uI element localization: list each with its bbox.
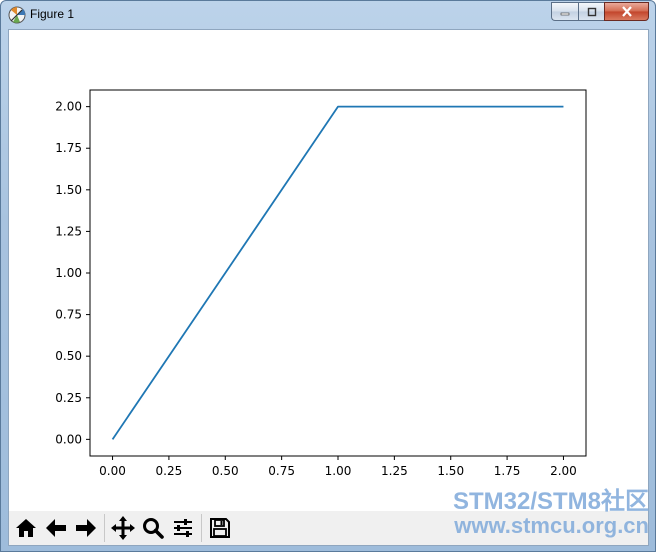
plot-area [89, 89, 587, 457]
y-tick-label: 0.50 [55, 349, 82, 363]
y-tick-label: 2.00 [55, 100, 82, 114]
window-title: Figure 1 [30, 7, 75, 21]
y-tick-label: 1.25 [55, 224, 82, 238]
maximize-icon [587, 7, 596, 16]
title-bar[interactable]: Figure 1 [1, 1, 655, 29]
configure-subplots-icon [174, 519, 192, 537]
y-tick-label: 1.75 [55, 141, 82, 155]
forward-button[interactable] [72, 514, 100, 542]
save-icon [210, 518, 230, 538]
x-tick-label: 0.25 [156, 464, 183, 478]
minimize-icon [560, 12, 570, 15]
figure-window: Figure 1 0.00 0.25 0.50 0.75 1.00 1.25 1.50 1.7… [0, 0, 656, 552]
pan-button[interactable] [109, 514, 137, 542]
y-tick-label: 0.75 [55, 308, 82, 322]
y-tick-label: 0.00 [55, 432, 82, 446]
zoom-button[interactable] [139, 514, 167, 542]
home-button[interactable] [12, 514, 40, 542]
toolbar-separator [201, 514, 202, 542]
back-button[interactable] [42, 514, 70, 542]
x-tick-label: 1.25 [381, 464, 408, 478]
configure-subplots-button[interactable] [169, 514, 197, 542]
maximize-button[interactable] [578, 2, 604, 21]
matplotlib-icon [8, 6, 26, 24]
watermark: STM32/STM8社区 www.stmcu.org.cn [421, 490, 649, 538]
x-tick-label: 0.00 [99, 464, 126, 478]
back-icon [46, 519, 66, 537]
save-button[interactable] [206, 514, 234, 542]
line-chart: 0.00 0.25 0.50 0.75 1.00 1.25 1.50 1.75 2.00 0.00… [55, 89, 587, 478]
toolbar-separator [104, 514, 105, 542]
x-tick-label: 0.75 [268, 464, 295, 478]
forward-icon [76, 519, 96, 537]
watermark-line-1: STM32/STM8社区 [452, 488, 649, 515]
x-tick-label: 1.00 [325, 464, 352, 478]
x-tick-label: 1.75 [494, 464, 521, 478]
figure-canvas[interactable]: 0.00 0.25 0.50 0.75 1.00 1.25 1.50 1.75 2.00 0.00… [8, 29, 649, 546]
x-tick-label: 0.50 [212, 464, 239, 478]
y-tick-label: 1.00 [55, 266, 82, 280]
home-icon [16, 519, 36, 537]
y-tick-label: 0.25 [55, 391, 82, 405]
close-button[interactable] [604, 2, 649, 21]
minimize-button[interactable] [551, 2, 578, 21]
x-tick-label: 2.00 [550, 464, 577, 478]
x-tick-label: 1.50 [437, 464, 464, 478]
watermark-line-2: www.stmcu.org.cn [454, 513, 649, 538]
y-tick-label: 1.50 [55, 183, 82, 197]
pan-icon [111, 516, 135, 540]
close-icon [621, 6, 632, 17]
zoom-icon [143, 518, 164, 539]
